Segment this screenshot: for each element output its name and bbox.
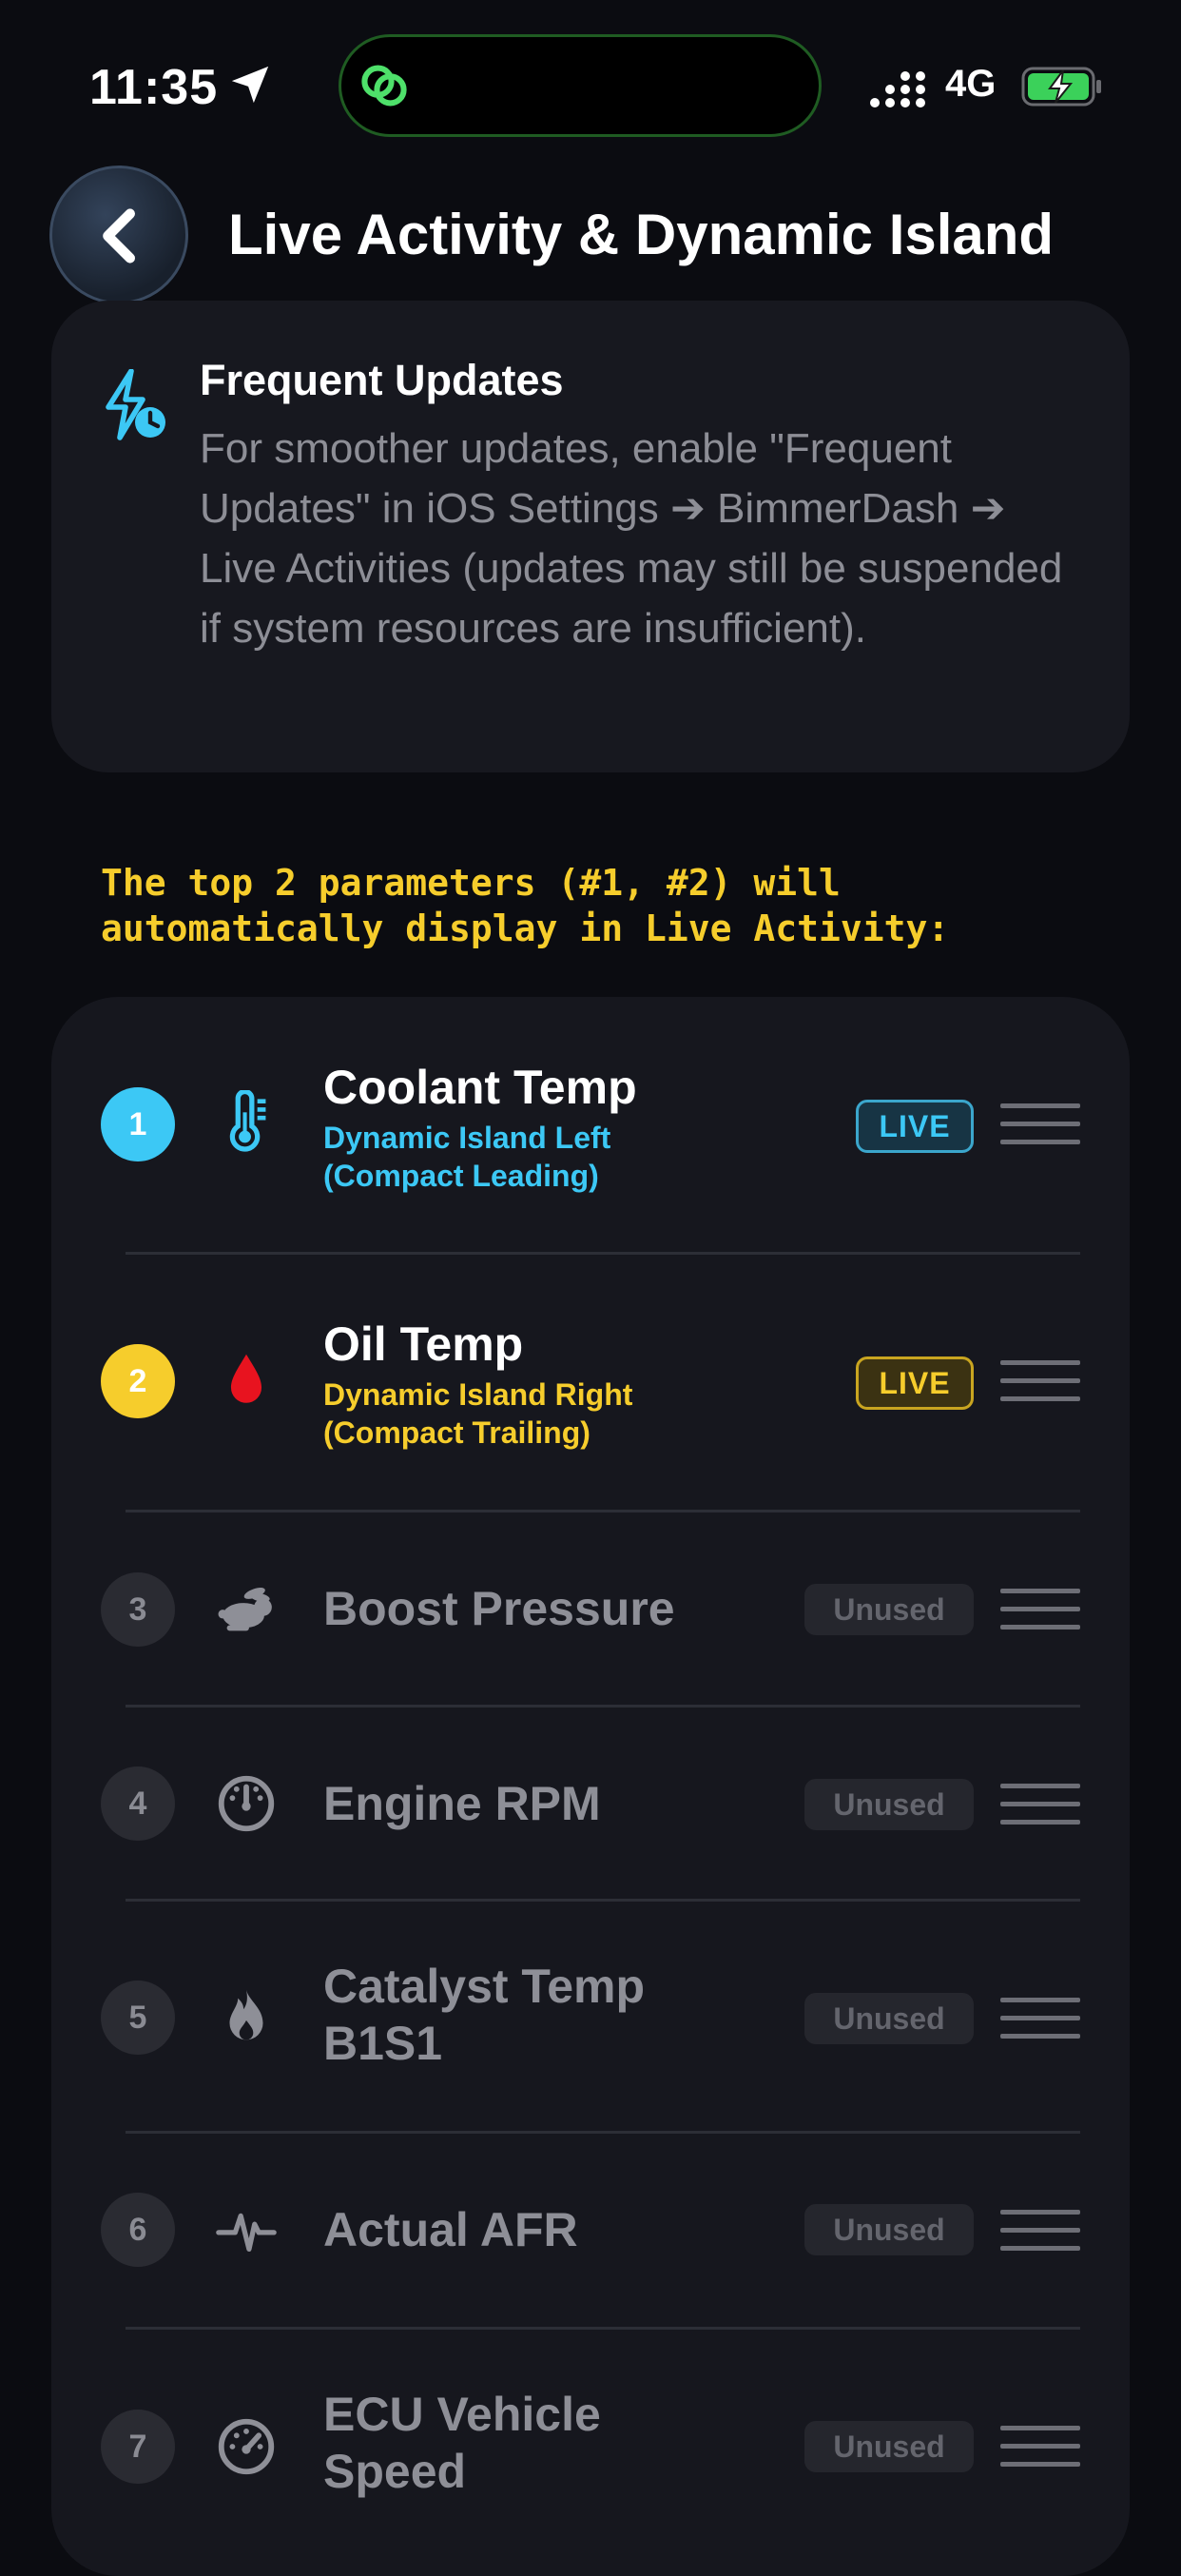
drag-handle-icon[interactable] [1000, 1784, 1080, 1825]
rabbit-icon [218, 1588, 272, 1631]
rank-badge: 1 [101, 1087, 175, 1161]
unused-badge: Unused [804, 1584, 974, 1635]
parameter-name: Engine RPM [323, 1777, 601, 1830]
page-title: Live Activity & Dynamic Island [228, 203, 1055, 266]
rank-badge: 5 [101, 1981, 175, 2055]
unused-badge: Unused [804, 1779, 974, 1830]
drag-handle-icon[interactable] [1000, 2210, 1080, 2252]
parameter-name-line2: B1S1 [323, 2017, 443, 2070]
live-activity-note: The top 2 parameters (#1, #2) will autom… [101, 860, 1147, 951]
parameter-slot-line1: Dynamic Island Left [323, 1121, 611, 1155]
status-time: 11:35 [89, 60, 219, 115]
rank-badge: 2 [101, 1344, 175, 1418]
parameter-name-line2: Speed [323, 2445, 467, 2498]
parameter-name-line1: Catalyst Temp [323, 1960, 646, 2013]
thermometer-icon [229, 1090, 266, 1152]
parameter-slot-line2: (Compact Leading) [323, 1159, 599, 1193]
parameter-row-engine-rpm[interactable]: 4 Engine RPM Unused [51, 1708, 1130, 1900]
rank-badge: 4 [101, 1766, 175, 1841]
live-badge: LIVE [856, 1100, 974, 1153]
note-line-2: automatically display in Live Activity: [101, 907, 950, 949]
drag-handle-icon[interactable] [1000, 2426, 1080, 2468]
link-rings-icon [361, 65, 407, 107]
drag-handle-icon[interactable] [1000, 1103, 1080, 1145]
waveform-icon [216, 2213, 277, 2253]
parameter-row-catalyst-temp[interactable]: 5 Catalyst Temp B1S1 Unused [51, 1902, 1130, 2132]
parameter-name: Oil Temp [323, 1317, 524, 1371]
unused-badge: Unused [804, 2421, 974, 2472]
drag-handle-icon[interactable] [1000, 1589, 1080, 1630]
live-badge: LIVE [856, 1356, 974, 1410]
bolt-clock-icon [106, 369, 165, 440]
oil-drop-icon [230, 1354, 262, 1403]
back-button[interactable] [49, 166, 188, 304]
parameter-name: Coolant Temp [323, 1061, 637, 1114]
rank-badge: 6 [101, 2193, 175, 2267]
rank-badge: 3 [101, 1572, 175, 1647]
parameter-row-boost-pressure[interactable]: 3 Boost Pressure Unused [51, 1512, 1130, 1707]
parameter-name: Boost Pressure [323, 1582, 675, 1635]
parameter-name-line1: ECU Vehicle [323, 2388, 601, 2441]
cellular-signal-icon [870, 71, 925, 107]
rank-badge: 7 [101, 2410, 175, 2484]
note-line-1: The top 2 parameters (#1, #2) will [101, 862, 841, 904]
drag-handle-icon[interactable] [1000, 1360, 1080, 1402]
dynamic-island [339, 34, 822, 137]
unused-badge: Unused [804, 2204, 974, 2255]
drag-handle-icon[interactable] [1000, 1998, 1080, 2039]
gauge-icon [218, 1775, 275, 1832]
battery-charging-icon [1021, 67, 1101, 107]
info-title: Frequent Updates [200, 356, 564, 404]
parameter-slot-line2: (Compact Trailing) [323, 1415, 590, 1450]
info-text: For smoother updates, enable "Frequent U… [200, 425, 1063, 652]
network-type: 4G [945, 63, 997, 105]
parameter-row-ecu-vehicle-speed[interactable]: 7 ECU Vehicle Speed Unused [51, 2330, 1130, 2557]
parameter-slot-line1: Dynamic Island Right [323, 1377, 633, 1412]
parameter-name: Actual AFR [323, 2203, 578, 2256]
chevron-left-icon [103, 208, 135, 263]
parameter-row-actual-afr[interactable]: 6 Actual AFR Unused [51, 2134, 1130, 2328]
speedometer-icon [218, 2418, 275, 2475]
parameter-row-coolant-temp[interactable]: 1 Coolant Temp Dynamic Island Left (Comp… [51, 997, 1130, 1252]
unused-badge: Unused [804, 1993, 974, 2044]
flame-icon [229, 1989, 263, 2040]
parameter-row-oil-temp[interactable]: 2 Oil Temp Dynamic Island Right (Compact… [51, 1255, 1130, 1510]
location-arrow-icon [231, 66, 269, 104]
